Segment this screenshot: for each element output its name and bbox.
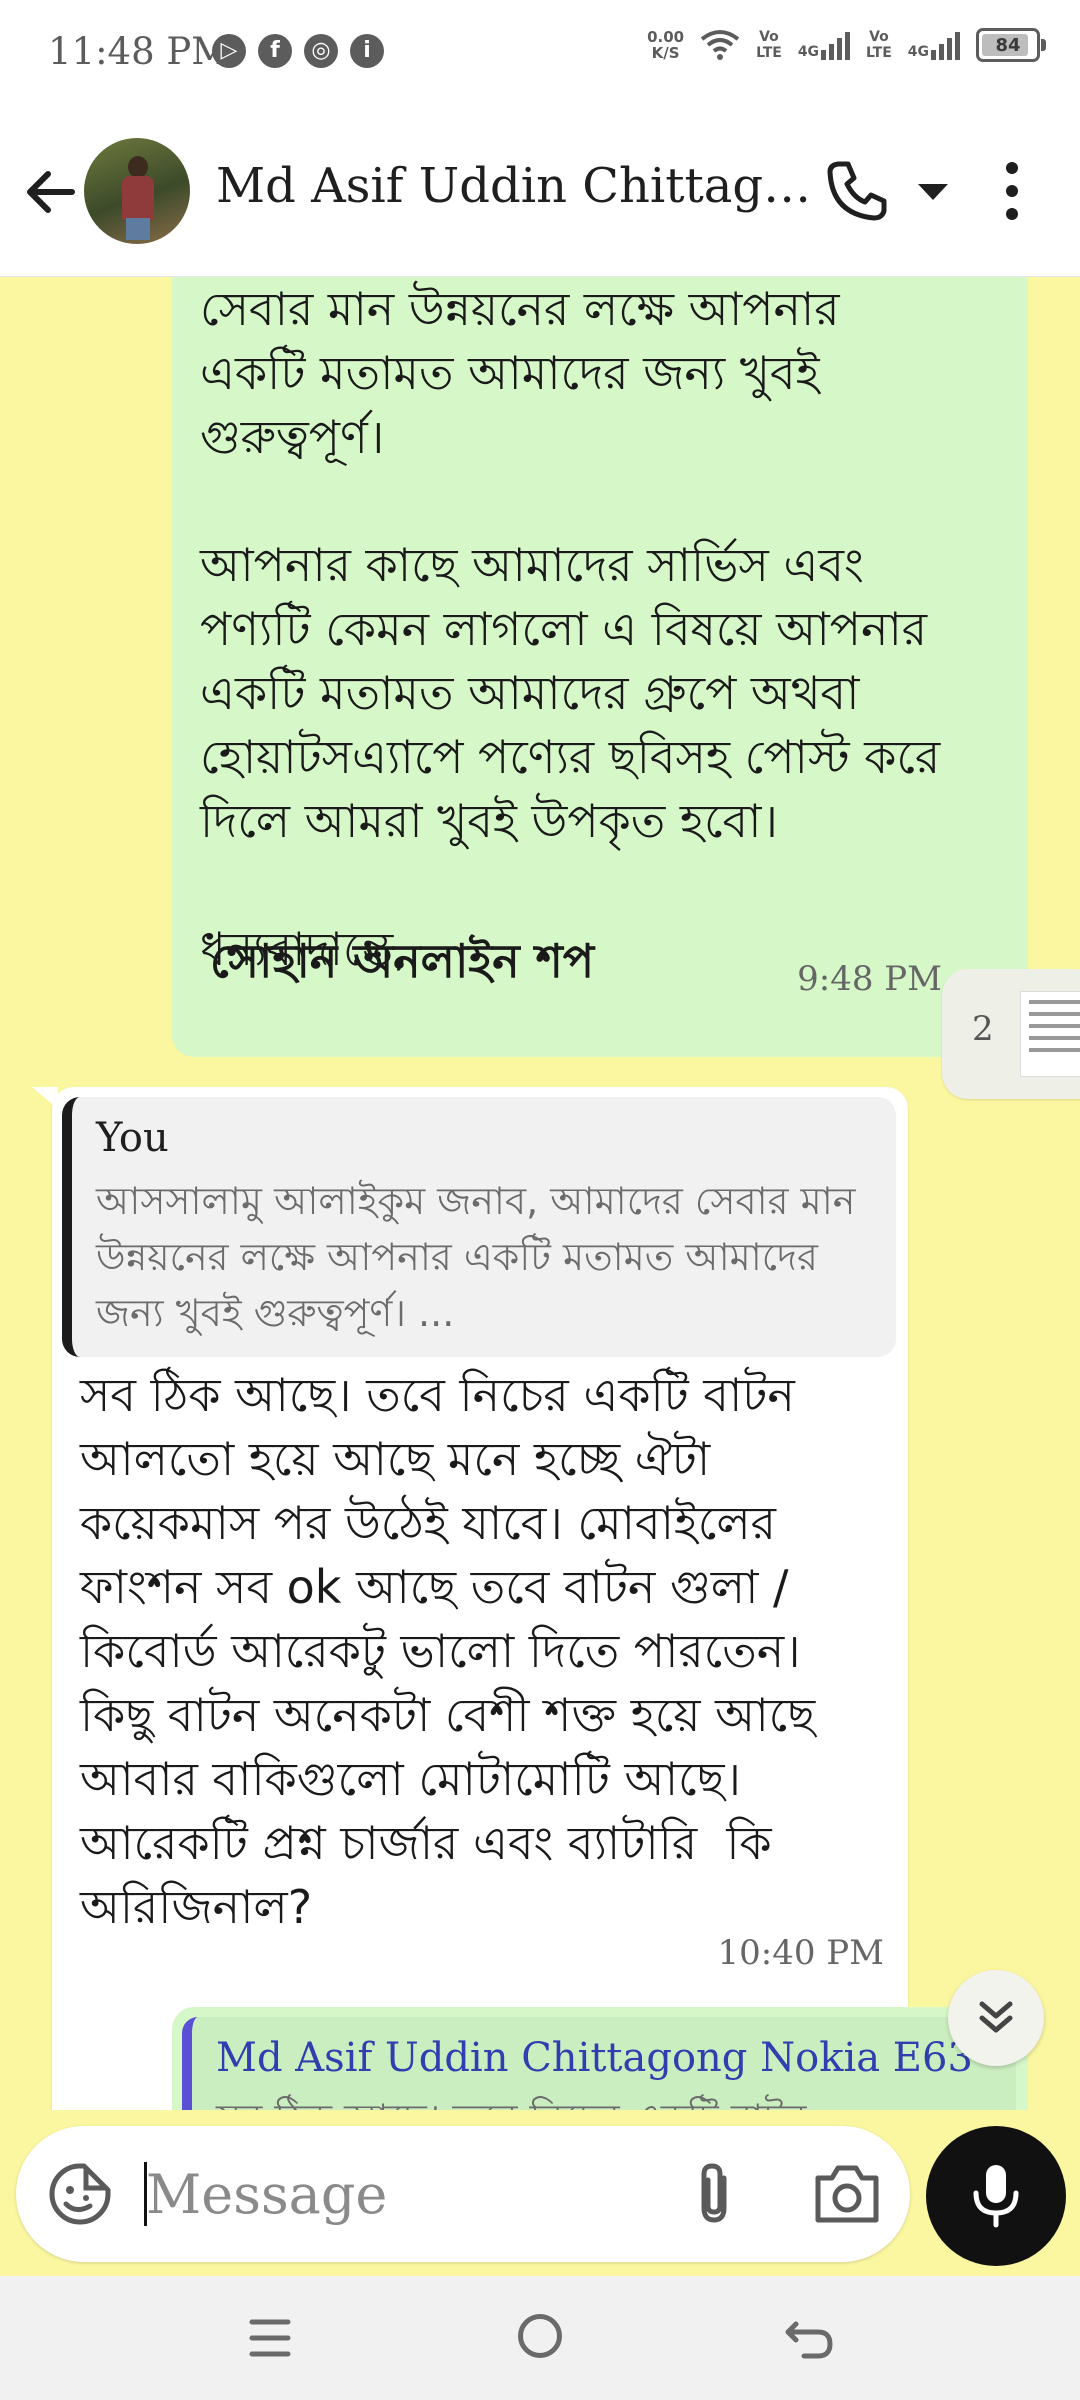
outgoing-message[interactable]: Md Asif Uddin Chittagong Nokia E63 সব ঠি…: [172, 2007, 1028, 2110]
emoji-icon[interactable]: [46, 2160, 114, 2228]
info-icon: i: [350, 34, 384, 68]
sim1-volte: Vo LTE: [756, 29, 782, 61]
sim2-network-type: 4G: [907, 44, 929, 60]
battery-icon: 84: [976, 28, 1046, 62]
system-navigation-bar: [0, 2276, 1080, 2400]
message-composer: [16, 2126, 910, 2262]
quoted-message[interactable]: You আসসালামু আলাইকুম জনাব, আমাদের সেবার …: [62, 1097, 896, 1357]
sim2-signal: 4G: [908, 30, 960, 60]
notification-icons: ▷ f ◎ i: [212, 34, 384, 68]
signal-bars-icon: [931, 30, 960, 60]
system-status-icons: 0.00 K/S Vo LTE 4G Vo LTE 4G 84: [647, 28, 1046, 62]
nav-back-icon[interactable]: [784, 2314, 834, 2364]
sim2-vo: Vo: [869, 29, 889, 45]
dropdown-icon[interactable]: [914, 176, 952, 206]
attach-icon[interactable]: [678, 2156, 754, 2232]
mic-icon: [973, 2165, 1019, 2228]
message-time: 9:48 PM: [797, 959, 942, 999]
more-vert-icon[interactable]: [992, 158, 1032, 224]
quoted-message[interactable]: Md Asif Uddin Chittagong Nokia E63 সব ঠি…: [182, 2017, 1016, 2110]
play-notification-icon: ▷: [212, 34, 246, 68]
battery-level: 84: [995, 34, 1021, 56]
camera-icon[interactable]: [812, 2160, 882, 2228]
recents-icon[interactable]: [248, 2316, 292, 2360]
net-speed: 0.00 K/S: [647, 29, 684, 61]
sim2-volte: Vo LTE: [866, 29, 892, 61]
message-text: সেবার মান উন্নয়নের লক্ষে আপনার একটি মতা…: [200, 282, 941, 976]
outgoing-message[interactable]: সেবার মান উন্নয়নের লক্ষে আপনার একটি মতা…: [172, 277, 1028, 1057]
status-time: 11:48 PM: [48, 30, 230, 73]
chat-area[interactable]: সেবার মান উন্নয়নের লক্ষে আপনার একটি মতা…: [0, 277, 1080, 2110]
home-icon[interactable]: [518, 2314, 562, 2358]
sim1-vo: Vo: [759, 29, 779, 45]
quote-author: Md Asif Uddin Chittagong Nokia E63: [216, 2035, 973, 2081]
double-chevron-down-icon: [979, 2001, 1013, 2033]
status-bar: 11:48 PM ▷ f ◎ i 0.00 K/S Vo LTE 4G Vo L…: [0, 0, 1080, 106]
scroll-to-bottom-button[interactable]: [948, 1970, 1044, 2066]
incoming-message[interactable]: You আসসালামু আলাইকুম জনাব, আমাদের সেবার …: [32, 1087, 908, 2110]
message-signature: সোহান অনলাইন শপ: [210, 934, 595, 988]
back-arrow-icon[interactable]: [22, 164, 78, 220]
forward-preview[interactable]: 2: [942, 969, 1080, 1099]
mic-button[interactable]: [926, 2126, 1066, 2266]
wifi-icon: [700, 30, 740, 60]
phone-icon[interactable]: [824, 158, 890, 224]
message-text: সব ঠিক আছে। তবে নিচের একটি বাটন আলতো হয়…: [80, 1368, 816, 1934]
contact-name[interactable]: Md Asif Uddin Chittagong Nokia E63: [216, 158, 816, 214]
quote-author: You: [96, 1115, 169, 1161]
sim1-signal: 4G: [797, 30, 851, 60]
forward-count: 2: [972, 1009, 994, 1049]
chat-header: Md Asif Uddin Chittagong Nokia E63: [0, 106, 1080, 277]
net-speed-unit: K/S: [651, 44, 680, 62]
message-input[interactable]: [146, 2154, 646, 2234]
sim1-lte: LTE: [756, 45, 782, 61]
quote-text: সব ঠিক আছে। তবে নিচের একটি বাটন: [216, 2089, 807, 2110]
avatar[interactable]: [84, 138, 190, 244]
sim1-network-type: 4G: [797, 44, 820, 60]
sim2-lte: LTE: [866, 45, 892, 61]
document-thumbnail: [1020, 991, 1080, 1077]
net-speed-value: 0.00: [647, 28, 685, 46]
signal-bars-icon: [821, 30, 851, 60]
quote-text: আসসালামু আলাইকুম জনাব, আমাদের সেবার মান …: [96, 1179, 856, 1335]
chrome-icon: ◎: [304, 34, 338, 68]
message-time: 10:40 PM: [717, 1933, 884, 1973]
facebook-icon: f: [258, 34, 292, 68]
